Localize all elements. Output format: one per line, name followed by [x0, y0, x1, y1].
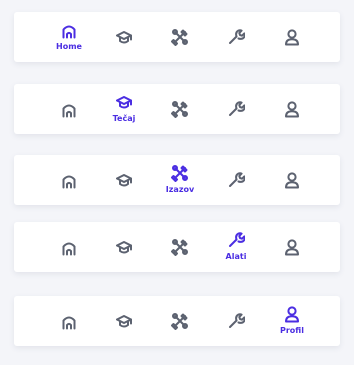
bottom-nav-bar: Profil [14, 296, 340, 346]
nav-item-label: Home [56, 42, 82, 51]
nav-item-tecaj[interactable] [104, 222, 144, 272]
user-icon [285, 172, 299, 189]
nav-item-label: Profil [280, 326, 304, 335]
nav-item-alati[interactable] [216, 84, 256, 134]
bottom-nav-bar: Alati [14, 222, 340, 272]
tools-cross-icon [171, 239, 188, 256]
nav-item-profil[interactable] [272, 84, 312, 134]
nav-item-home[interactable] [49, 296, 89, 346]
nav-item-izazov[interactable] [160, 222, 200, 272]
user-icon [285, 239, 299, 256]
nav-item-alati[interactable] [216, 296, 256, 346]
nav-item-alati[interactable] [216, 155, 256, 205]
nav-item-izazov[interactable] [160, 296, 200, 346]
home-icon [62, 175, 76, 189]
nav-item-izazov[interactable] [160, 84, 200, 134]
nav-item-tecaj[interactable] [104, 12, 144, 62]
user-icon [285, 29, 299, 46]
nav-item-home[interactable] [49, 155, 89, 205]
wrench-icon [229, 232, 245, 247]
wrench-icon [229, 172, 245, 187]
nav-item-izazov[interactable] [160, 12, 200, 62]
nav-item-home[interactable] [49, 222, 89, 272]
wrench-icon [229, 313, 245, 328]
nav-item-label: Tečaj [112, 114, 136, 123]
nav-item-home[interactable]: Home [49, 12, 89, 62]
user-icon [285, 101, 299, 118]
bottom-nav-bar: Izazov [14, 155, 340, 205]
tools-cross-icon [171, 101, 188, 118]
nav-item-tecaj[interactable] [104, 296, 144, 346]
home-icon [62, 104, 76, 118]
tools-cross-icon [171, 313, 188, 330]
bottom-nav-bar: Home [14, 12, 340, 62]
graduation-cap-icon [116, 241, 132, 254]
nav-item-profil[interactable] [272, 12, 312, 62]
wrench-icon [229, 101, 245, 116]
home-icon [62, 316, 76, 330]
wrench-icon [229, 29, 245, 44]
nav-item-profil[interactable] [272, 155, 312, 205]
graduation-cap-icon [116, 96, 132, 109]
nav-item-izazov[interactable]: Izazov [160, 155, 200, 205]
graduation-cap-icon [116, 174, 132, 187]
nav-item-alati[interactable] [216, 12, 256, 62]
home-icon [62, 242, 76, 256]
nav-item-label: Alati [225, 252, 247, 261]
graduation-cap-icon [116, 31, 132, 44]
nav-item-alati[interactable]: Alati [216, 222, 256, 272]
bottom-nav-bar: Tečaj [14, 84, 340, 134]
nav-item-tecaj[interactable] [104, 155, 144, 205]
user-icon [285, 306, 299, 323]
nav-item-profil[interactable]: Profil [272, 296, 312, 346]
graduation-cap-icon [116, 315, 132, 328]
nav-item-tecaj[interactable]: Tečaj [104, 84, 144, 134]
nav-item-profil[interactable] [272, 222, 312, 272]
home-icon [62, 25, 76, 39]
nav-item-home[interactable] [49, 84, 89, 134]
nav-item-label: Izazov [165, 185, 195, 194]
tools-cross-icon [171, 165, 188, 182]
tools-cross-icon [171, 29, 188, 46]
